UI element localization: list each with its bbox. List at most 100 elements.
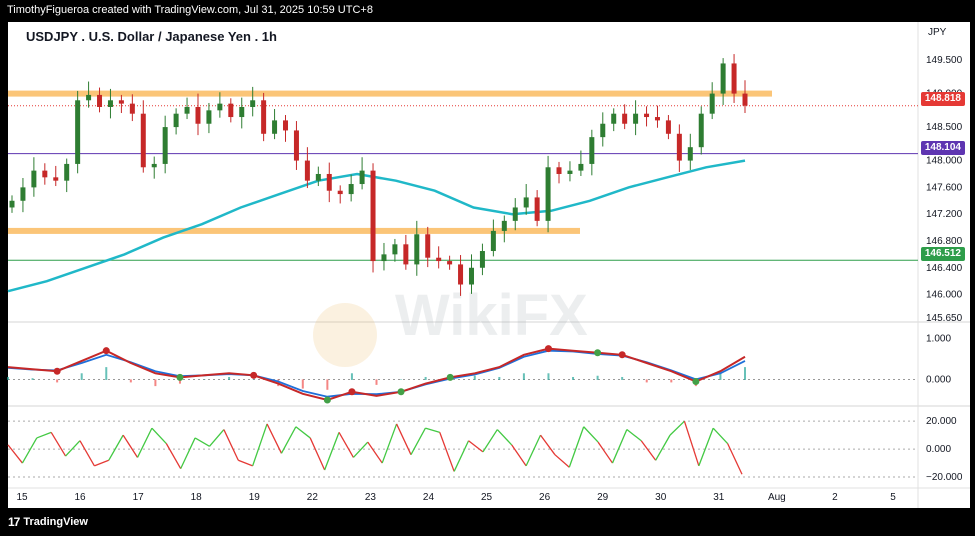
time-axis-tick: 16 bbox=[75, 492, 87, 503]
price-axis-tick: 148.500 bbox=[926, 122, 963, 133]
macd-cross-dot bbox=[618, 351, 626, 359]
macd-histogram-bar bbox=[105, 367, 108, 380]
bull-candle bbox=[75, 100, 81, 164]
currency-label: JPY bbox=[928, 27, 947, 38]
macd-histogram-bar bbox=[252, 379, 255, 380]
macd-histogram-bar bbox=[129, 379, 132, 383]
bull-candle bbox=[720, 63, 726, 94]
macd-histogram-bar bbox=[228, 376, 231, 380]
svg-text:WikiFX: WikiFX bbox=[395, 283, 588, 348]
purple-line-price-label: 148.104 bbox=[920, 141, 965, 155]
bear-candle bbox=[556, 167, 562, 174]
macd-histogram-bar bbox=[473, 375, 476, 380]
macd-cross-dot bbox=[594, 349, 602, 357]
bear-candle bbox=[370, 170, 376, 262]
bear-candle bbox=[228, 103, 234, 118]
bull-candle bbox=[687, 147, 693, 161]
time-axis-tick: 5 bbox=[890, 492, 896, 503]
bull-candle bbox=[479, 251, 485, 268]
bear-candle bbox=[676, 133, 682, 161]
time-axis-tick: 23 bbox=[365, 492, 377, 503]
time-axis-tick: 24 bbox=[423, 492, 435, 503]
bull-candle bbox=[392, 244, 398, 255]
current-price-label: 148.818 bbox=[920, 92, 965, 106]
macd-histogram-bar bbox=[400, 379, 403, 380]
bear-candle bbox=[458, 264, 464, 285]
bear-candle bbox=[534, 197, 540, 221]
price-axis-tick: 146.800 bbox=[926, 236, 963, 247]
tradingview-logo[interactable]: 17 TradingView bbox=[8, 515, 88, 529]
macd-histogram-bar bbox=[7, 376, 9, 380]
bull-candle bbox=[31, 170, 37, 188]
chart-canvas[interactable]: WikiFX 149.500149.000148.500148.000147.6… bbox=[0, 0, 975, 536]
macd-histogram-bar bbox=[621, 376, 624, 380]
bull-candle bbox=[184, 106, 190, 114]
bull-candle bbox=[589, 137, 595, 164]
bear-candle bbox=[731, 63, 737, 94]
time-axis-tick: 17 bbox=[133, 492, 145, 503]
macd-axis-tick: 1.000 bbox=[926, 333, 951, 344]
macd-cross-dot bbox=[544, 345, 552, 353]
macd-cross-dot bbox=[348, 388, 356, 396]
time-axis-tick: 18 bbox=[191, 492, 203, 503]
time-axis-tick: 26 bbox=[539, 492, 551, 503]
time-axis-tick: 25 bbox=[481, 492, 493, 503]
time-axis-tick: 2 bbox=[832, 492, 838, 503]
bull-candle bbox=[468, 267, 474, 285]
bull-candle bbox=[709, 93, 715, 114]
bull-candle bbox=[578, 163, 584, 171]
macd-histogram-bar bbox=[56, 379, 59, 383]
resistance-zone bbox=[8, 90, 772, 97]
bear-candle bbox=[304, 160, 310, 181]
green-line-price-label: 146.512 bbox=[920, 247, 965, 261]
macd-cross-dot bbox=[102, 347, 110, 355]
bull-candle bbox=[348, 184, 354, 195]
macd-cross-dot bbox=[692, 378, 700, 385]
bull-candle bbox=[490, 230, 496, 252]
bull-candle bbox=[501, 220, 507, 231]
bear-candle bbox=[403, 244, 409, 265]
bear-candle bbox=[261, 100, 267, 134]
price-axis-tick: 148.000 bbox=[926, 156, 963, 167]
bull-candle bbox=[9, 200, 15, 208]
symbol-title[interactable]: USDJPY . U.S. Dollar / Japanese Yen . 1h bbox=[26, 29, 277, 44]
macd-axis-tick: 0.000 bbox=[926, 374, 951, 385]
oscillator-axis-tick: −20.000 bbox=[926, 472, 963, 483]
time-axis-tick: 31 bbox=[713, 492, 725, 503]
bull-candle bbox=[545, 167, 551, 221]
bear-candle bbox=[665, 120, 671, 134]
bull-candle bbox=[315, 173, 321, 181]
bull-candle bbox=[217, 103, 223, 111]
bear-candle bbox=[97, 94, 103, 107]
bear-candle bbox=[436, 257, 442, 262]
bull-candle bbox=[512, 207, 518, 221]
bear-candle bbox=[622, 113, 628, 124]
price-axis-tick: 149.500 bbox=[926, 55, 963, 66]
bear-candle bbox=[293, 130, 299, 161]
time-axis-tick: Aug bbox=[768, 492, 786, 503]
tradingview-logo-text: TradingView bbox=[23, 516, 88, 528]
bear-candle bbox=[644, 113, 650, 118]
bull-candle bbox=[250, 100, 256, 107]
macd-cross-dot bbox=[53, 367, 61, 375]
price-axis-tick: 147.600 bbox=[926, 182, 963, 193]
bear-candle bbox=[326, 173, 332, 191]
bull-candle bbox=[611, 113, 617, 124]
bull-candle bbox=[151, 163, 157, 168]
macd-histogram-bar bbox=[572, 376, 575, 380]
oscillator-axis-tick: 0.000 bbox=[926, 444, 951, 455]
macd-histogram-bar bbox=[645, 379, 648, 383]
time-axis-tick: 19 bbox=[249, 492, 261, 503]
time-axis-tick: 15 bbox=[16, 492, 28, 503]
bull-candle bbox=[206, 110, 212, 124]
macd-histogram-bar bbox=[547, 373, 550, 380]
macd-histogram-bar bbox=[596, 375, 599, 380]
macd-histogram-bar bbox=[522, 373, 525, 380]
bull-candle bbox=[64, 163, 70, 181]
bear-candle bbox=[140, 113, 146, 168]
macd-cross-dot bbox=[323, 396, 331, 404]
time-axis-tick: 30 bbox=[655, 492, 667, 503]
bull-candle bbox=[162, 127, 168, 164]
time-axis-tick: 29 bbox=[597, 492, 609, 503]
bull-candle bbox=[414, 234, 420, 265]
